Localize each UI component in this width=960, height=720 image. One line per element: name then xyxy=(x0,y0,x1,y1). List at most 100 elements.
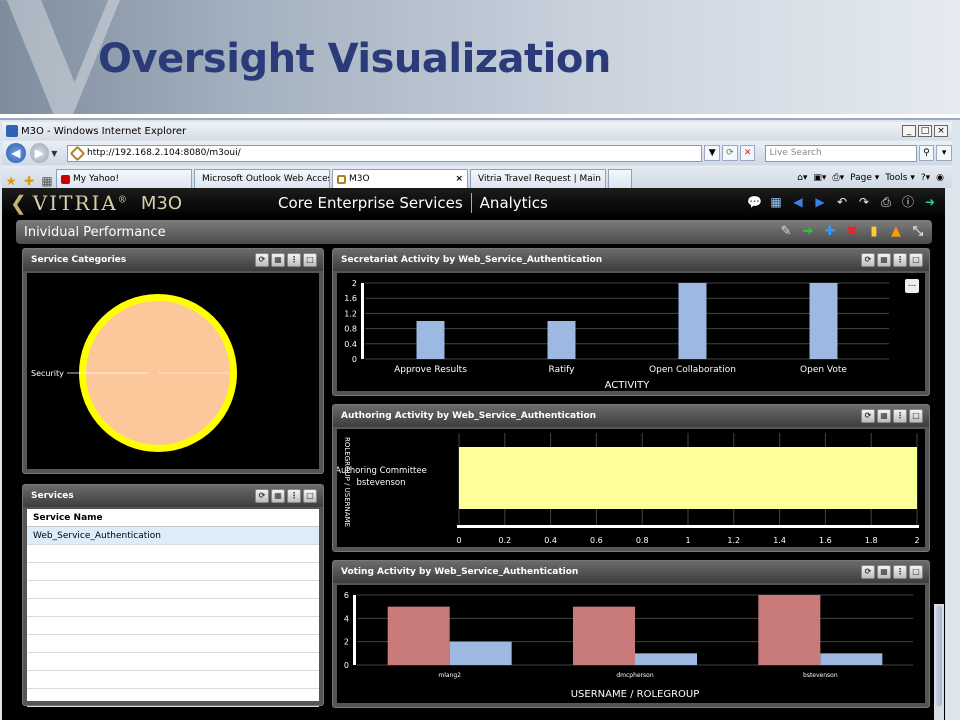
tab-list-icon[interactable]: ▦ xyxy=(38,174,56,188)
tree-chart-icon[interactable]: ▲ xyxy=(888,224,904,240)
table-view-icon[interactable]: ▦ xyxy=(271,489,285,503)
prev-icon[interactable]: ◀ xyxy=(791,195,805,209)
history-dropdown[interactable]: ▼ xyxy=(51,149,61,158)
forward-green-icon[interactable]: ➔ xyxy=(800,224,816,240)
tab-outlook[interactable]: Microsoft Outlook Web Access xyxy=(194,169,330,188)
y-tick-label: 6 xyxy=(344,591,349,600)
delete-icon[interactable]: ✖ xyxy=(844,224,860,240)
table-view-icon[interactable]: ▦ xyxy=(271,253,285,267)
close-tab-icon[interactable]: × xyxy=(447,171,463,188)
refresh-icon[interactable]: ⟳ xyxy=(255,253,269,267)
x-tick-label: 2 xyxy=(914,536,919,545)
search-options-dropdown[interactable]: ▾ xyxy=(936,145,952,161)
stop-icon[interactable]: ✕ xyxy=(739,145,756,161)
bar xyxy=(809,283,838,359)
bar xyxy=(449,641,512,665)
browser-window: M3O - Windows Internet Explorer _ □ × ◀ … xyxy=(0,118,960,720)
x-tick-label: 1.4 xyxy=(773,536,786,545)
search-icon[interactable]: ⚲ xyxy=(918,145,935,161)
table-view-icon[interactable]: ▦ xyxy=(877,565,891,579)
refresh-icon[interactable]: ⟳ xyxy=(722,145,738,161)
grid-icon[interactable]: ▦ xyxy=(769,195,783,209)
research-icon[interactable]: ◉ xyxy=(936,173,944,183)
scrollbar-thumb[interactable] xyxy=(936,606,942,706)
chat-icon[interactable]: 💬 xyxy=(747,195,762,209)
column-header-service-name[interactable]: Service Name xyxy=(27,509,319,527)
maximize-icon[interactable]: □ xyxy=(303,489,317,503)
panel-title: Voting Activity by Web_Service_Authentic… xyxy=(341,567,579,577)
slide-title: Oversight Visualization xyxy=(98,36,611,82)
authoring-chart: 0 0.2 0.4 0.6 0.8 1 1.2 1.4 1.6 1.8 2Authoring Com… xyxy=(335,433,920,545)
y-tick-label: 0 xyxy=(344,661,349,670)
y-tick-label: 0.8 xyxy=(344,325,357,334)
app-title-right[interactable]: Analytics xyxy=(480,194,548,213)
table-row[interactable]: Web_Service_Authentication xyxy=(27,527,319,545)
add-icon[interactable]: ✚ xyxy=(822,224,838,240)
settings-icon[interactable]: ⋮ xyxy=(287,253,301,267)
edit-icon[interactable]: ✎ xyxy=(778,224,794,240)
print-icon[interactable]: ⎙▾ xyxy=(832,173,844,183)
search-input[interactable]: Live Search xyxy=(765,144,917,162)
panel-title: Services xyxy=(31,491,74,501)
table-view-icon[interactable]: ▦ xyxy=(877,409,891,423)
line-chart-icon[interactable]: ⤡ xyxy=(910,224,926,240)
maximize-icon[interactable]: □ xyxy=(303,253,317,267)
settings-icon[interactable]: ⋮ xyxy=(893,409,907,423)
info-icon[interactable]: ⓘ xyxy=(901,195,915,209)
panel-title: Secretariat Activity by Web_Service_Auth… xyxy=(341,255,603,265)
x-tick-label: 1.8 xyxy=(865,536,878,545)
address-bar: ◀ ▶ ▼ http://192.168.2.104:8080/m3oui/ ▼… xyxy=(2,141,952,165)
more-button[interactable]: ... xyxy=(905,279,919,293)
table-view-icon[interactable]: ▦ xyxy=(877,253,891,267)
maximize-icon[interactable]: □ xyxy=(909,565,923,579)
x-axis xyxy=(457,525,919,528)
favorites-star-icon[interactable]: ★ xyxy=(2,174,20,188)
minimize-button[interactable]: _ xyxy=(902,125,916,137)
tab-m3o[interactable]: M3O × xyxy=(332,169,468,188)
page-scrollbar[interactable] xyxy=(934,604,944,720)
bar xyxy=(459,447,917,509)
print-app-icon[interactable]: ⎙ xyxy=(879,195,893,209)
forward-button[interactable]: ▶ xyxy=(29,143,50,163)
table-row-empty xyxy=(27,545,319,563)
maximize-button[interactable]: □ xyxy=(918,125,932,137)
maximize-icon[interactable]: □ xyxy=(909,253,923,267)
settings-icon[interactable]: ⋮ xyxy=(893,253,907,267)
y-axis xyxy=(361,283,364,359)
tab-vitria-travel[interactable]: Vitria Travel Request | Main xyxy=(470,169,606,188)
x-tick-label: 0 xyxy=(456,536,461,545)
refresh-icon[interactable]: ⟳ xyxy=(861,409,875,423)
home-icon[interactable]: ⌂▾ xyxy=(797,173,807,183)
feeds-icon[interactable]: ▣▾ xyxy=(813,173,826,183)
new-tab-button[interactable] xyxy=(608,169,632,188)
browser-titlebar: M3O - Windows Internet Explorer _ □ × xyxy=(2,122,952,140)
maximize-icon[interactable]: □ xyxy=(909,409,923,423)
tab-my-yahoo[interactable]: My Yahoo! xyxy=(56,169,192,188)
refresh-icon[interactable]: ⟳ xyxy=(255,489,269,503)
back-button[interactable]: ◀ xyxy=(6,143,26,163)
close-window-button[interactable]: × xyxy=(934,125,948,137)
refresh-icon[interactable]: ⟳ xyxy=(861,565,875,579)
help-icon[interactable]: ?▾ xyxy=(921,173,930,183)
undo-icon[interactable]: ↶ xyxy=(835,195,849,209)
x-tick-label: Open Collaboration xyxy=(649,365,736,375)
redo-icon[interactable]: ↷ xyxy=(857,195,871,209)
table-row-empty xyxy=(27,653,319,671)
next-icon[interactable]: ▶ xyxy=(813,195,827,209)
y-tick-label: 4 xyxy=(344,614,349,623)
bar-chart-icon[interactable]: ▮ xyxy=(866,224,882,240)
url-dropdown[interactable]: ▼ xyxy=(704,145,721,161)
settings-icon[interactable]: ⋮ xyxy=(287,489,301,503)
settings-icon[interactable]: ⋮ xyxy=(893,565,907,579)
refresh-icon[interactable]: ⟳ xyxy=(861,253,875,267)
tools-menu[interactable]: Tools ▾ xyxy=(885,173,915,183)
y-tick-label: 1.2 xyxy=(344,309,357,318)
x-tick-label: bstevenson xyxy=(803,672,838,679)
page-menu[interactable]: Page ▾ xyxy=(850,173,879,183)
secretariat-activity-panel: Secretariat Activity by Web_Service_Auth… xyxy=(332,248,930,396)
page-favicon-icon xyxy=(69,145,86,161)
add-favorites-icon[interactable]: ✚ xyxy=(20,174,38,188)
logout-icon[interactable]: ➜ xyxy=(923,195,937,209)
url-input[interactable]: http://192.168.2.104:8080/m3oui/ xyxy=(67,144,703,162)
ie-icon xyxy=(6,125,18,137)
